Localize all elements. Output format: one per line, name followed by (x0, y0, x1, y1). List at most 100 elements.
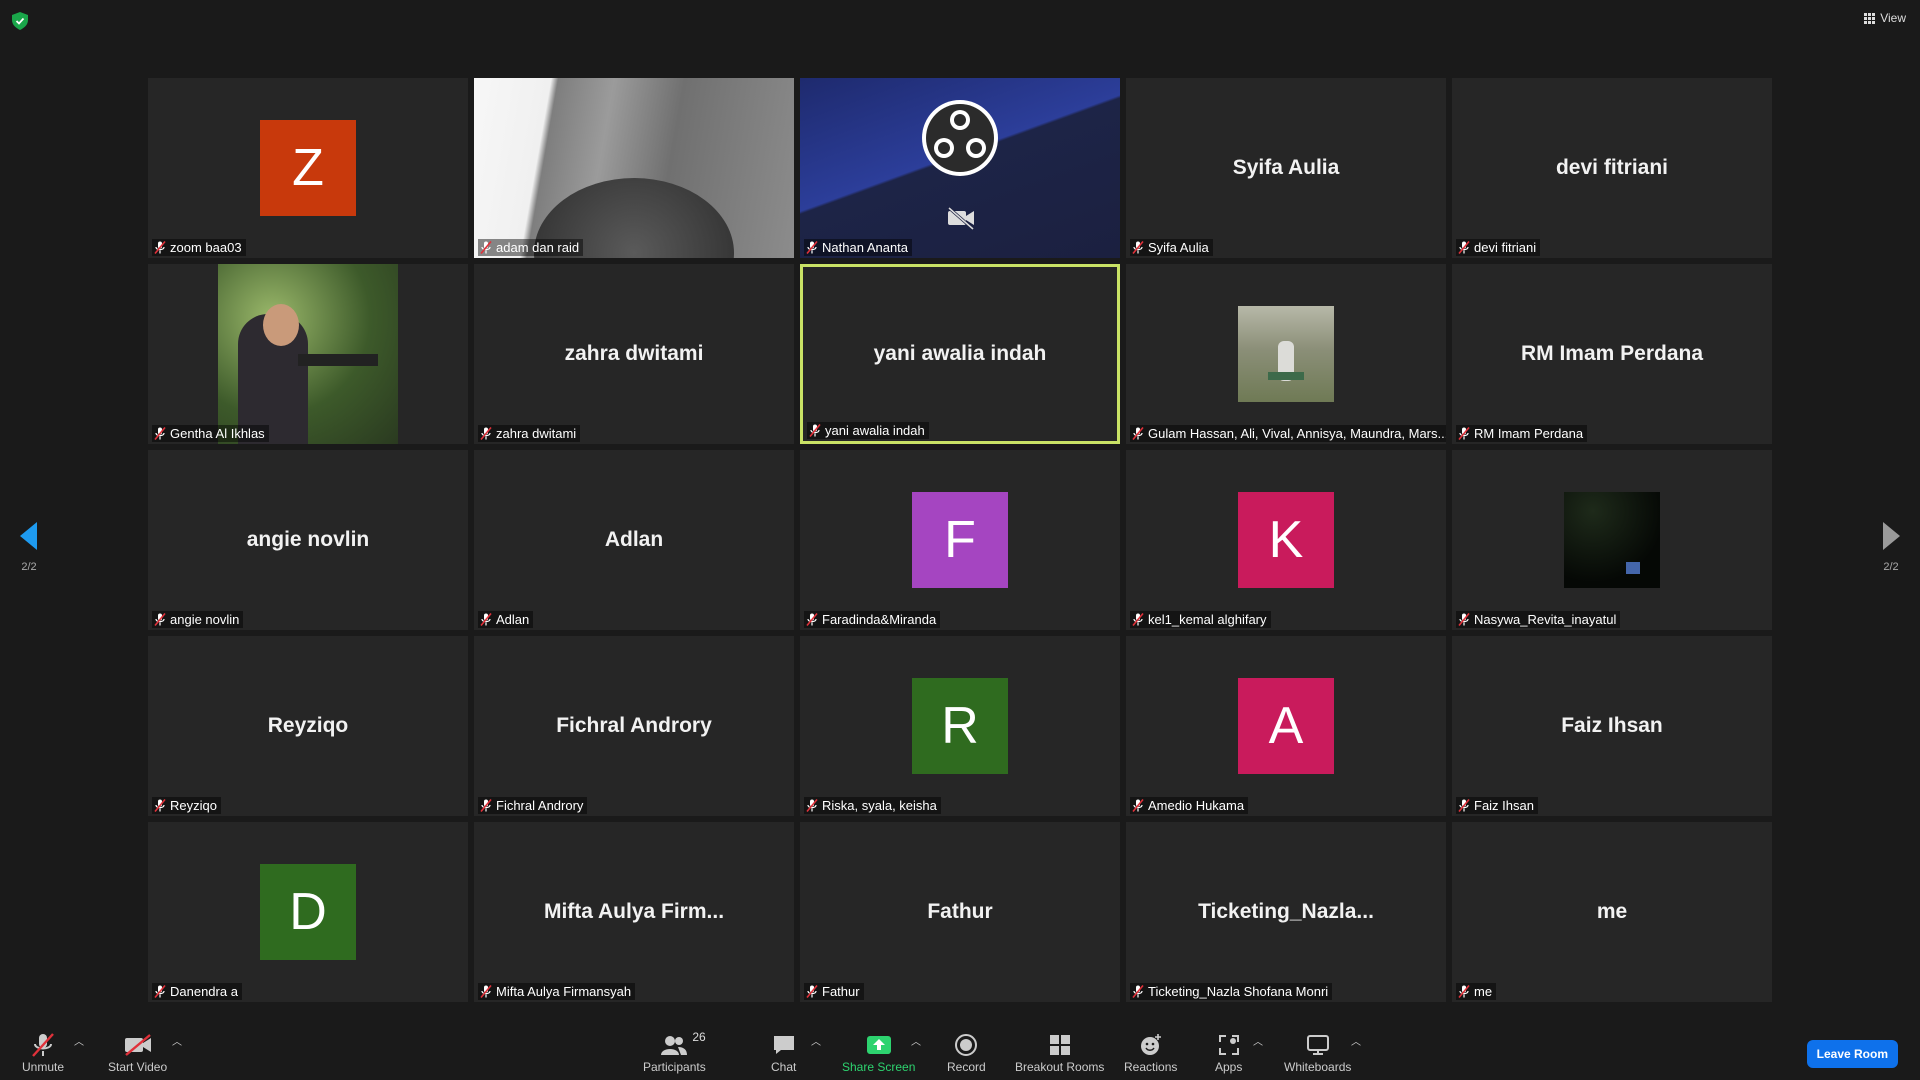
participant-tile[interactable]: me me (1452, 822, 1772, 1002)
participant-tile[interactable]: Nathan Ananta (800, 78, 1120, 258)
unmute-button[interactable]: Unmute (22, 1032, 64, 1074)
participant-tile[interactable]: A Amedio Hukama (1126, 636, 1446, 816)
participant-name: me (1474, 984, 1493, 999)
participant-name-label: Faradinda&Miranda (804, 611, 941, 628)
participant-display-name: Reyziqo (267, 714, 349, 737)
participant-name-label: adam dan raid (478, 239, 584, 256)
participant-name: Nasywa_Revita_inayatul (1474, 612, 1617, 627)
participant-display-name: Ticketing_Nazla... (1198, 900, 1374, 923)
muted-mic-icon (1132, 799, 1144, 812)
record-icon (954, 1032, 978, 1058)
chat-options-caret[interactable]: ︿ (811, 1033, 821, 1048)
participant-tile[interactable]: adam dan raid (474, 78, 794, 258)
participant-display-name: RM Imam Perdana (1520, 342, 1704, 365)
start-video-label: Start Video (108, 1060, 168, 1074)
participant-tile[interactable]: Zzoom baa03 (148, 78, 468, 258)
participant-name-label: Gentha Al Ikhlas (152, 425, 269, 442)
participant-tile[interactable]: zahra dwitami zahra dwitami (474, 264, 794, 444)
apps-button[interactable]: Apps (1215, 1032, 1242, 1074)
participant-tile[interactable]: Fathur Fathur (800, 822, 1120, 1002)
next-page-button[interactable]: 2/2 (1871, 522, 1911, 573)
video-options-caret[interactable]: ︿ (172, 1033, 182, 1048)
participant-tile[interactable]: Gentha Al Ikhlas (148, 264, 468, 444)
muted-mic-icon (806, 241, 818, 254)
apps-options-caret[interactable]: ︿ (1253, 1033, 1263, 1048)
whiteboards-options-caret[interactable]: ︿ (1351, 1033, 1361, 1048)
participant-tile[interactable]: Fichral Androry Fichral Androry (474, 636, 794, 816)
participant-name-label: Amedio Hukama (1130, 797, 1249, 814)
chat-button[interactable]: Chat (771, 1032, 796, 1074)
participant-tile[interactable]: F Faradinda&Miranda (800, 450, 1120, 630)
arrow-right-icon (1883, 522, 1900, 550)
participant-name: Riska, syala, keisha (822, 798, 937, 813)
share-screen-label: Share Screen (842, 1060, 916, 1074)
participant-tile[interactable]: devi fitriani devi fitriani (1452, 78, 1772, 258)
participant-tile[interactable]: Gulam Hassan, Ali, Vival, Annisya, Maund… (1126, 264, 1446, 444)
participant-display-name: angie novlin (246, 528, 370, 551)
muted-mic-icon (154, 427, 166, 440)
muted-mic-icon (154, 799, 166, 812)
participant-tile[interactable]: Faiz Ihsan Faiz Ihsan (1452, 636, 1772, 816)
muted-microphone-icon (30, 1032, 56, 1058)
muted-mic-icon (1458, 799, 1470, 812)
participant-tile[interactable]: RM Imam Perdana RM Imam Perdana (1452, 264, 1772, 444)
muted-mic-icon (1132, 241, 1144, 254)
reactions-button[interactable]: Reactions (1124, 1032, 1177, 1074)
previous-page-button[interactable]: 2/2 (9, 522, 49, 573)
start-video-button[interactable]: Start Video (108, 1032, 167, 1074)
participant-tile[interactable]: Adlan Adlan (474, 450, 794, 630)
participant-name-label: kel1_kemal alghifary (1130, 611, 1271, 628)
participant-tile[interactable]: angie novlin angie novlin (148, 450, 468, 630)
view-button[interactable]: View (1864, 11, 1906, 25)
participant-name: Reyziqo (170, 798, 217, 813)
breakout-rooms-label: Breakout Rooms (1015, 1060, 1105, 1074)
participant-name: Ticketing_Nazla Shofana Monri (1148, 984, 1329, 999)
participant-name-label: zahra dwitami (478, 425, 581, 442)
participant-name: Mifta Aulya Firmansyah (496, 984, 632, 999)
participant-tile[interactable]: R Riska, syala, keisha (800, 636, 1120, 816)
leave-room-button[interactable]: Leave Room (1806, 1040, 1898, 1068)
arrow-left-icon (20, 522, 37, 550)
audio-options-caret[interactable]: ︿ (74, 1033, 84, 1048)
participant-display-name: Fichral Androry (556, 714, 712, 737)
participant-tile[interactable]: Kkel1_kemal alghifary (1126, 450, 1446, 630)
participant-name-label: Reyziqo (152, 797, 221, 814)
muted-mic-icon (480, 427, 492, 440)
record-button[interactable]: Record (947, 1032, 986, 1074)
participant-tile[interactable]: Syifa Aulia Syifa Aulia (1126, 78, 1446, 258)
video-off-icon (124, 1032, 152, 1058)
participant-name-label: Mifta Aulya Firmansyah (478, 983, 636, 1000)
security-shield-icon[interactable] (12, 12, 28, 30)
participant-tile[interactable]: D Danendra a (148, 822, 468, 1002)
share-options-caret[interactable]: ︿ (911, 1033, 921, 1048)
unmute-label: Unmute (22, 1060, 65, 1074)
participant-tile[interactable]: Mifta Aulya Firm... Mifta Aulya Firmansya… (474, 822, 794, 1002)
participant-name-label: me (1456, 983, 1497, 1000)
participant-name-label: yani awalia indah (807, 422, 929, 439)
participant-avatar: A (1238, 678, 1334, 774)
reactions-smiley-icon (1139, 1032, 1163, 1058)
participant-name: Fichral Androry (496, 798, 584, 813)
participant-name: Fathur (822, 984, 860, 999)
participant-tile[interactable]: Ticketing_Nazla... Ticketing_Nazla Shofan… (1126, 822, 1446, 1002)
record-label: Record (947, 1060, 986, 1074)
muted-mic-icon (1132, 985, 1144, 998)
participants-button[interactable]: 26 Participants (643, 1030, 706, 1074)
participant-tile[interactable]: Nasywa_Revita_inayatul (1452, 450, 1772, 630)
apps-label: Apps (1215, 1060, 1243, 1074)
page-indicator-left: 2/2 (21, 561, 37, 573)
participant-name-label: angie novlin (152, 611, 244, 628)
chat-label: Chat (771, 1060, 797, 1074)
share-screen-icon (866, 1032, 892, 1058)
breakout-rooms-button[interactable]: Breakout Rooms (1015, 1032, 1104, 1074)
muted-mic-icon (480, 799, 492, 812)
participant-name-label: Ticketing_Nazla Shofana Monri (1130, 983, 1333, 1000)
whiteboards-button[interactable]: Whiteboards (1284, 1032, 1351, 1074)
participant-tile[interactable]: Reyziqo Reyziqo (148, 636, 468, 816)
participant-name: Adlan (496, 612, 530, 627)
participant-name: zahra dwitami (496, 426, 577, 441)
muted-mic-icon (154, 613, 166, 626)
participant-tile[interactable]: yani awalia indah yani awalia indah (800, 264, 1120, 444)
participant-name: devi fitriani (1474, 240, 1537, 255)
share-screen-button[interactable]: Share Screen (842, 1032, 915, 1074)
